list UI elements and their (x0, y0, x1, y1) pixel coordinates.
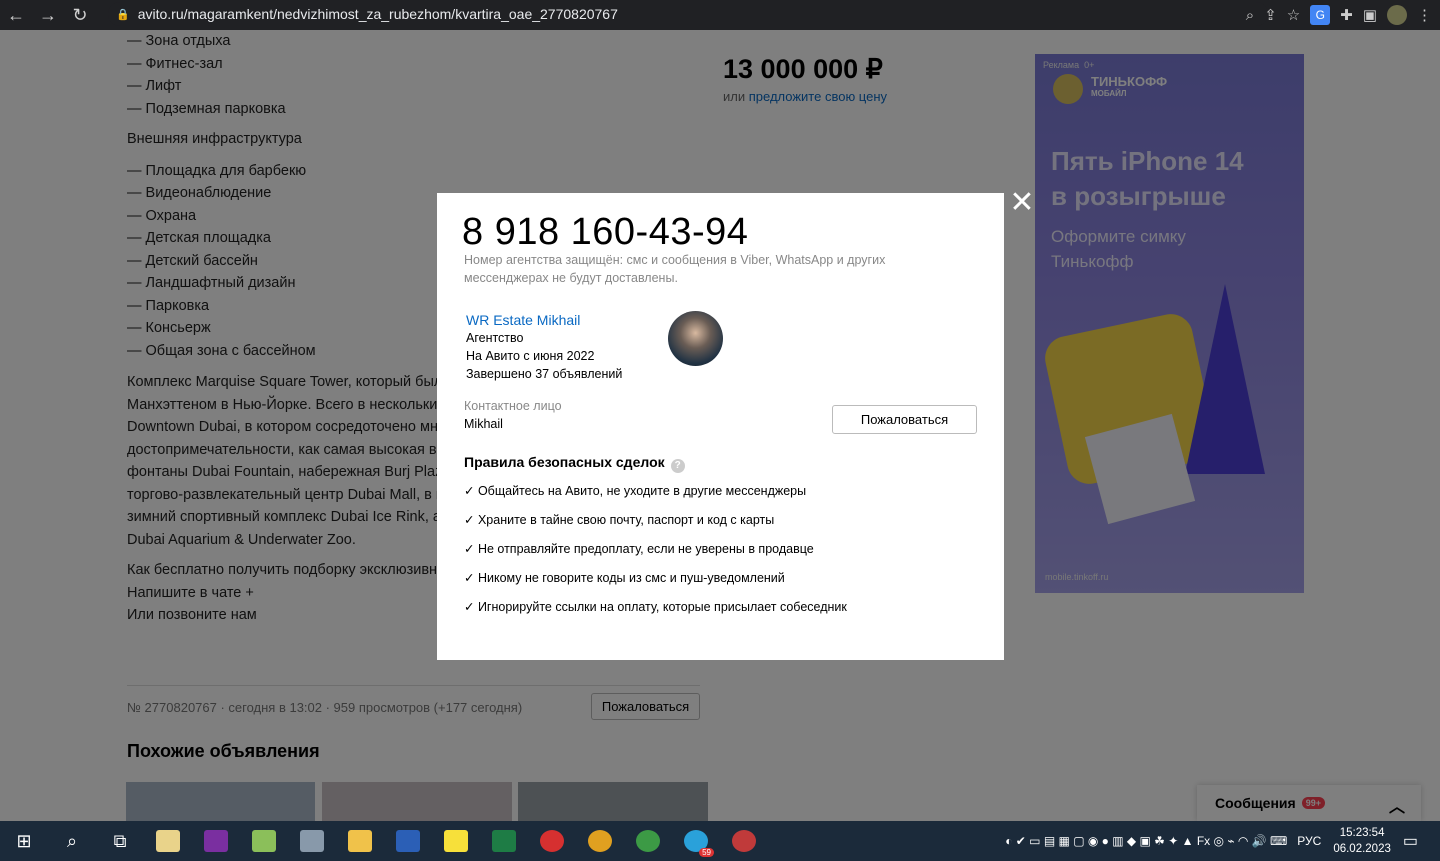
menu-dots-icon[interactable]: ⋮ (1417, 6, 1432, 24)
notifications-icon[interactable]: ▭ (1403, 831, 1418, 851)
profile-avatar[interactable] (1387, 5, 1407, 25)
app-icon[interactable] (288, 821, 336, 861)
rule-item: ✓ Никому не говорите коды из смс и пуш-у… (464, 571, 785, 585)
translate-extension-icon[interactable]: G (1310, 5, 1331, 25)
task-view-icon[interactable]: ⧉ (96, 821, 144, 861)
seller-since: На Авито с июня 2022 (466, 349, 595, 363)
file-explorer-icon[interactable] (336, 821, 384, 861)
excel-app-icon[interactable] (480, 821, 528, 861)
windows-start-icon[interactable]: ⊞ (0, 821, 48, 861)
seller-avatar[interactable] (668, 311, 723, 366)
back-icon[interactable]: ← (0, 0, 32, 30)
telegram-app-icon[interactable]: 59 (672, 821, 720, 861)
phone-modal: 8 918 160-43-94 Номер агентства защищён:… (437, 193, 1004, 660)
onenote-app-icon[interactable] (192, 821, 240, 861)
seller-completed: Завершено 37 объявлений (466, 367, 623, 381)
windows-taskbar: ⊞ ⌕ ⧉ 59 ◐ ✔ ▭ ▤ ▦ ▢ ◉ ● ▥ ◆ ▣ ☘ ✦ ▲ Fx … (0, 821, 1440, 861)
safe-deal-rules-title: Правила безопасных сделок? (464, 454, 685, 473)
side-panel-icon[interactable]: ▣ (1363, 6, 1377, 24)
search-icon[interactable]: ⌕ (48, 821, 96, 861)
url-text: avito.ru/magaramkent/nedvizhimost_za_rub… (137, 6, 618, 22)
reload-icon[interactable]: ↻ (64, 0, 96, 30)
lock-icon: 🔒 (116, 8, 130, 21)
address-bar[interactable]: 🔒 avito.ru/magaramkent/nedvizhimost_za_r… (108, 2, 1268, 26)
rule-item: ✓ Храните в тайне свою почту, паспорт и … (464, 513, 775, 527)
yandex-browser-icon[interactable] (528, 821, 576, 861)
system-tray: ◐ ✔ ▭ ▤ ▦ ▢ ◉ ● ▥ ◆ ▣ ☘ ✦ ▲ Fx ◎ ⌁ ◠ 🔊 ⌨… (1005, 821, 1440, 861)
chrome-app-icon[interactable] (576, 821, 624, 861)
seller-type: Агентство (466, 331, 524, 345)
browser-toolbar: ← → ↻ 🔒 avito.ru/magaramkent/nedvizhimos… (0, 0, 1440, 30)
contact-label: Контактное лицо (464, 399, 562, 413)
close-icon[interactable]: ✕ (1009, 188, 1035, 218)
sticky-notes-icon[interactable] (432, 821, 480, 861)
rule-item: ✓ Игнорируйте ссылки на оплату, которые … (464, 600, 847, 614)
phone-number: 8 918 160-43-94 (462, 211, 749, 253)
clock[interactable]: 15:23:54 06.02.2023 (1333, 825, 1391, 857)
chrome-profile-icon[interactable] (720, 821, 768, 861)
help-icon[interactable]: ? (670, 459, 685, 473)
language-indicator[interactable]: РУС (1297, 834, 1321, 848)
complain-button[interactable]: Пожаловаться (832, 405, 977, 434)
word-app-icon[interactable] (384, 821, 432, 861)
notepad-app-icon[interactable] (144, 821, 192, 861)
extensions-puzzle-icon[interactable]: ✚ (1340, 6, 1353, 24)
seller-name-link[interactable]: WR Estate Mikhail (466, 312, 580, 328)
tray-icons[interactable]: ◐ ✔ ▭ ▤ ▦ ▢ ◉ ● ▥ ◆ ▣ ☘ ✦ ▲ Fx ◎ ⌁ ◠ 🔊 ⌨ (1005, 834, 1287, 848)
rule-item: ✓ Не отправляйте предоплату, если не уве… (464, 542, 814, 556)
zoom-icon[interactable]: ⌕ (1246, 7, 1254, 24)
telegram-badge: 59 (699, 848, 714, 857)
notepad-plus-app-icon[interactable] (240, 821, 288, 861)
bookmark-star-icon[interactable]: ☆ (1287, 6, 1300, 24)
rule-item: ✓ Общайтесь на Авито, не уходите в други… (464, 484, 807, 498)
contact-name: Mikhail (464, 417, 503, 431)
protect-note: Номер агентства защищён: смс и сообщения… (464, 253, 886, 285)
share-icon[interactable]: ⇪ (1264, 6, 1277, 24)
forward-icon[interactable]: → (32, 0, 64, 30)
chrome-app-icon[interactable] (624, 821, 672, 861)
